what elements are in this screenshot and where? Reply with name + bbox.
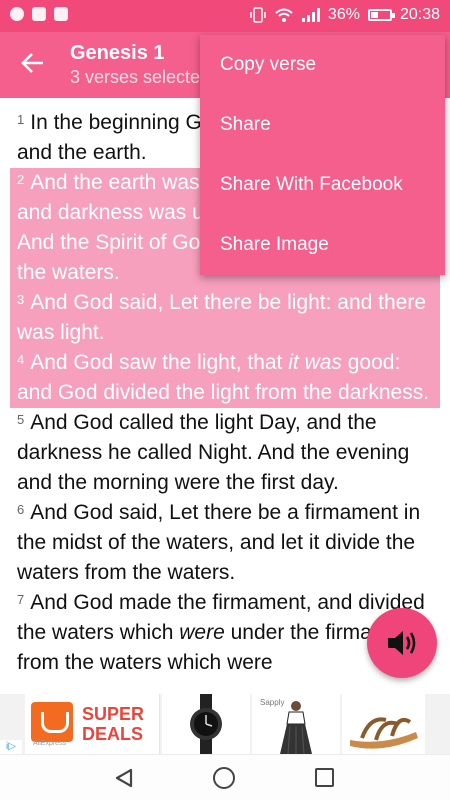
verse-text: And God called the light Day, and the da… <box>17 411 410 494</box>
menu-item-copy-verse[interactable]: Copy verse <box>200 35 445 95</box>
arrow-left-icon <box>21 53 43 73</box>
verse-5[interactable]: 5 And God called the light Day, and the d… <box>0 408 450 498</box>
verse-6[interactable]: 6 And God said, Let there be a firmament … <box>0 498 450 588</box>
ad-choices-badge[interactable]: i▷ <box>0 740 22 754</box>
menu-item-share-facebook[interactable]: Share With Facebook <box>200 155 445 215</box>
menu-item-share-image[interactable]: Share Image <box>200 215 445 275</box>
verse-4[interactable]: 4 And God saw the light, that it was good… <box>10 348 440 408</box>
verse-text-italic: were <box>179 621 225 644</box>
nav-recents-button[interactable] <box>315 768 334 787</box>
verse-number: 5 <box>17 412 25 427</box>
nav-home-button[interactable] <box>213 767 235 789</box>
ad-deal-text: SUPER DEALS <box>82 704 144 744</box>
ad-product-dress[interactable]: Sapply <box>252 694 340 754</box>
verse-3[interactable]: 3 And God said, Let there be light: and t… <box>10 288 440 348</box>
system-nav-bar <box>0 754 450 800</box>
mail-icon <box>54 7 68 21</box>
status-bar: 36% 20:38 <box>0 0 450 32</box>
ad-brand: AliExpress <box>33 740 67 747</box>
ad-product-watch[interactable] <box>162 694 250 754</box>
wifi-icon <box>275 8 293 22</box>
battery-percent: 36% <box>327 6 360 23</box>
watch-image <box>190 694 222 754</box>
whatsapp-icon <box>10 7 24 21</box>
verse-number: 3 <box>17 292 25 307</box>
overflow-menu: Copy verse Share Share With Facebook Sha… <box>200 35 445 275</box>
verse-text-italic: it was <box>288 351 342 374</box>
verse-text: And God said, Let there be light: and th… <box>17 291 427 344</box>
ad-super-label: SUPER <box>82 704 145 724</box>
menu-item-share[interactable]: Share <box>200 95 445 155</box>
verse-number: 6 <box>17 502 25 517</box>
battery-icon <box>367 9 395 21</box>
sandal-image <box>350 717 418 749</box>
ad-super-deals[interactable]: AliExpress SUPER DEALS <box>25 694 160 754</box>
ad-dress-brand: Sapply <box>260 698 285 707</box>
audio-play-button[interactable] <box>367 608 437 678</box>
ad-banner[interactable]: AliExpress SUPER DEALS Sapply i▷ <box>0 694 450 754</box>
ad-product-sandal[interactable] <box>342 694 425 754</box>
aliexpress-logo <box>31 702 73 742</box>
app-icon <box>32 7 46 21</box>
ad-deals-label: DEALS <box>82 724 144 744</box>
triangle-back-icon <box>115 768 133 788</box>
verse-number: 7 <box>17 592 25 607</box>
verse-number: 4 <box>17 352 25 367</box>
book-title: Genesis 1 <box>70 42 165 64</box>
selection-count: 3 verses selected <box>70 67 211 87</box>
nav-back-button[interactable] <box>114 768 134 793</box>
vibrate-icon <box>250 7 266 23</box>
verse-number: 1 <box>17 112 25 127</box>
verse-text: And God said, Let there be a firmament i… <box>17 501 421 584</box>
signal-icon <box>301 8 320 22</box>
clock: 20:38 <box>399 6 440 23</box>
verse-number: 2 <box>17 172 25 187</box>
speaker-icon <box>388 631 416 655</box>
back-button[interactable] <box>20 50 50 80</box>
verse-text: And God saw the light, that <box>30 351 289 374</box>
